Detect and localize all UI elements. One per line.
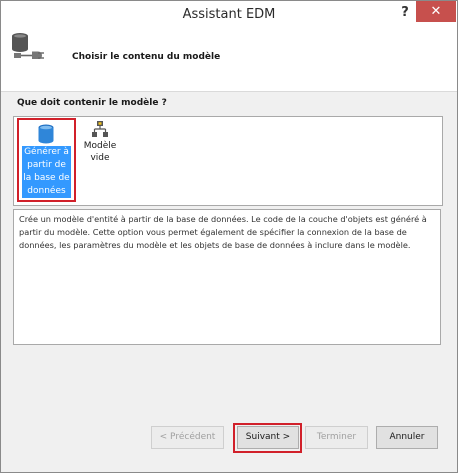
- close-icon: ✕: [430, 4, 442, 19]
- next-button[interactable]: Suivant >: [237, 426, 299, 449]
- choice-description: Crée un modèle d'entité à partir de la b…: [13, 209, 441, 345]
- help-button[interactable]: ?: [399, 5, 411, 21]
- edm-wizard-window: Assistant EDM ? ✕ Choisir le contenu du …: [0, 0, 458, 473]
- cancel-button[interactable]: Annuler: [376, 426, 438, 449]
- window-title: Assistant EDM: [182, 7, 276, 22]
- model-content-question: Que doit contenir le modèle ?: [17, 98, 167, 108]
- model-content-list[interactable]: Générer à partir de la base de données M…: [13, 116, 443, 206]
- page-title: Choisir le contenu du modèle: [72, 52, 221, 62]
- title-bar: Assistant EDM ? ✕: [1, 1, 457, 29]
- choice-empty-model[interactable]: Modèle vide: [78, 120, 122, 180]
- database-icon: [38, 124, 54, 144]
- database-connect-icon: [12, 33, 44, 59]
- finish-button[interactable]: Terminer: [305, 426, 368, 449]
- previous-button[interactable]: < Précédent: [151, 426, 224, 449]
- close-button[interactable]: ✕: [416, 1, 456, 22]
- choice-generate-from-database[interactable]: Générer à partir de la base de données: [17, 118, 76, 202]
- empty-model-icon: [92, 121, 108, 137]
- wizard-header: Choisir le contenu du modèle: [1, 29, 457, 91]
- choice-generate-label: Générer à partir de la base de données: [22, 146, 71, 198]
- wizard-body: Que doit contenir le modèle ? Générer à …: [1, 92, 457, 472]
- choice-empty-label: Modèle vide: [83, 141, 117, 163]
